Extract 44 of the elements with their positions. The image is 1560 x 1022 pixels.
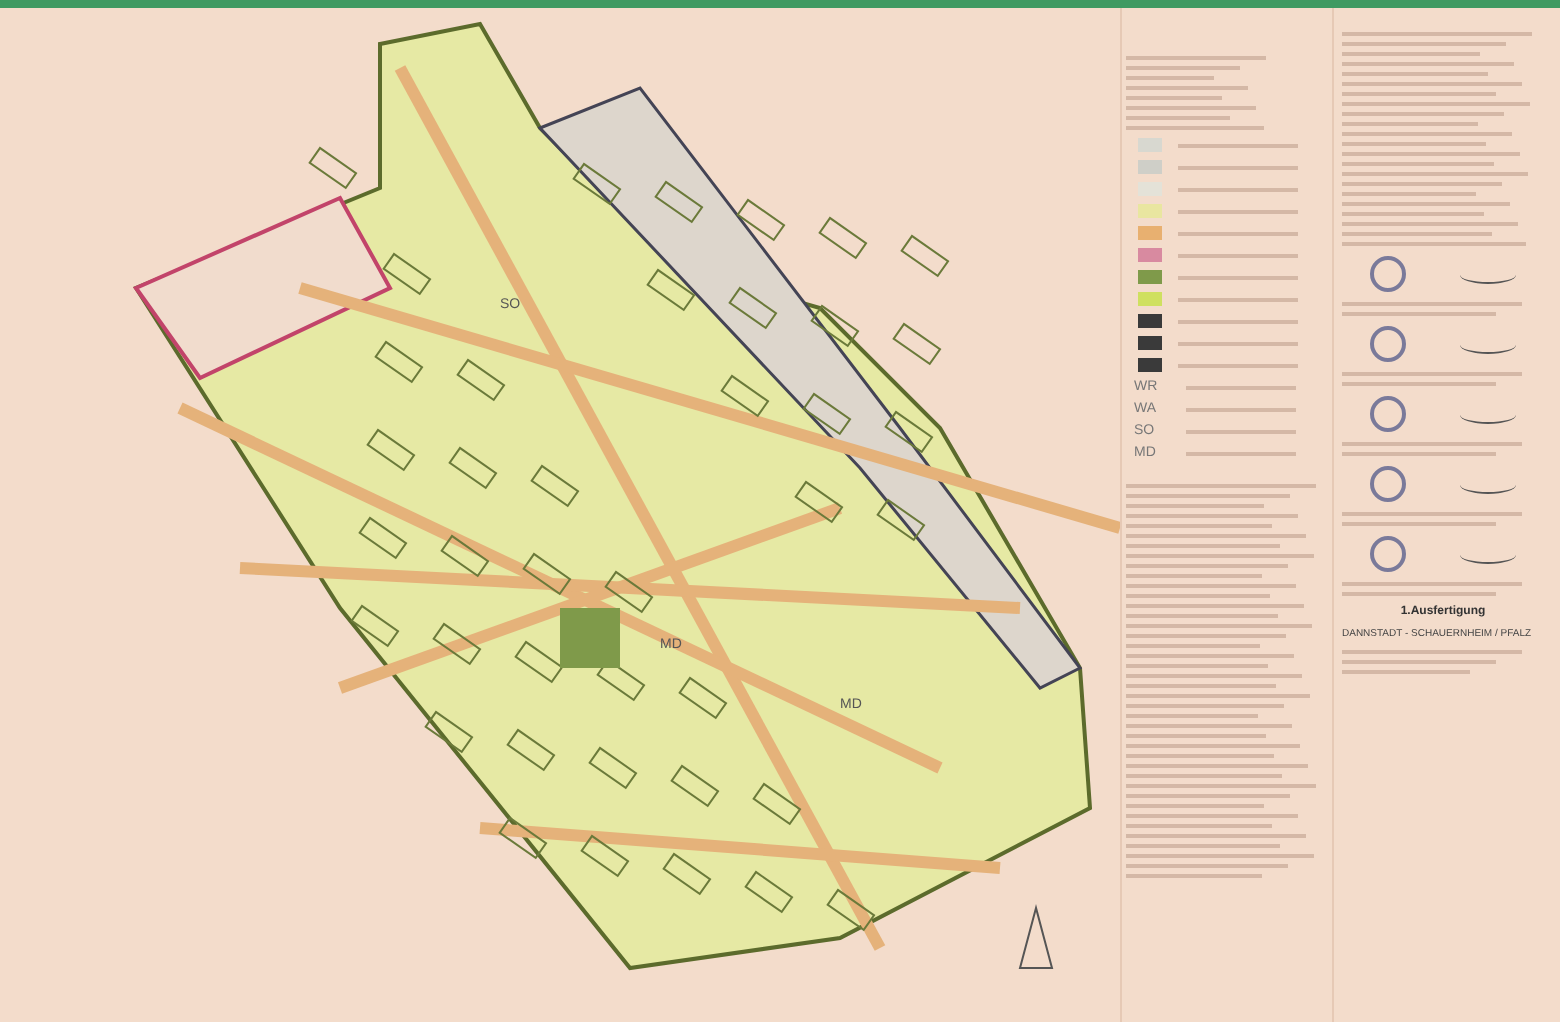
illegible-text-line: [1126, 714, 1258, 718]
illegible-text-line: [1342, 52, 1480, 56]
illegible-text-line: [1178, 231, 1298, 235]
illegible-text-line: [1126, 574, 1262, 578]
illegible-text-line: [1126, 504, 1264, 508]
illegible-text-line: [1178, 209, 1298, 213]
illegible-text-line: [1342, 212, 1484, 216]
seal-stamp-icon: [1369, 256, 1406, 292]
illegible-text-line: [1178, 275, 1298, 279]
illegible-text-line: [1178, 253, 1298, 257]
illegible-text-line: [1126, 664, 1268, 668]
illegible-text-line: [1126, 126, 1264, 130]
illegible-text-line: [1126, 56, 1266, 60]
illegible-text-line: [1186, 407, 1296, 411]
illegible-text-line: [1178, 319, 1298, 323]
illegible-text-line: [1178, 341, 1298, 345]
illegible-text-line: [1126, 594, 1270, 598]
illegible-text-line: [1126, 874, 1262, 878]
illegible-text-line: [1178, 363, 1298, 367]
illegible-text-line: [1126, 96, 1222, 100]
seal-stamp-icon: [1369, 536, 1406, 572]
illegible-text-line: [1186, 429, 1296, 433]
illegible-text-line: [1126, 106, 1256, 110]
illegible-text-line: [1342, 122, 1478, 126]
illegible-text-line: [1178, 143, 1298, 147]
north-arrow-icon: [1018, 904, 1054, 969]
seal-stamp-icon: [1369, 466, 1406, 502]
illegible-text-line: [1126, 86, 1248, 90]
illegible-text-line: [1126, 76, 1214, 80]
illegible-text-line: [1342, 142, 1486, 146]
illegible-text-line: [1342, 670, 1470, 674]
seal-stamp-icon: [1369, 396, 1406, 432]
illegible-text-line: [1126, 644, 1260, 648]
illegible-text-line: [1126, 734, 1266, 738]
illegible-text-line: [1126, 804, 1264, 808]
illegible-text-line: [1126, 66, 1240, 70]
illegible-text-line: [1186, 451, 1296, 455]
illegible-text-line: [1178, 297, 1298, 301]
seal-stamp-icon: [1369, 326, 1406, 362]
illegible-text-line: [1126, 116, 1230, 120]
illegible-text-line: [1178, 187, 1298, 191]
illegible-text-line: [1178, 165, 1298, 169]
illegible-text-line: [1342, 192, 1476, 196]
illegible-text-line: [1186, 385, 1296, 389]
